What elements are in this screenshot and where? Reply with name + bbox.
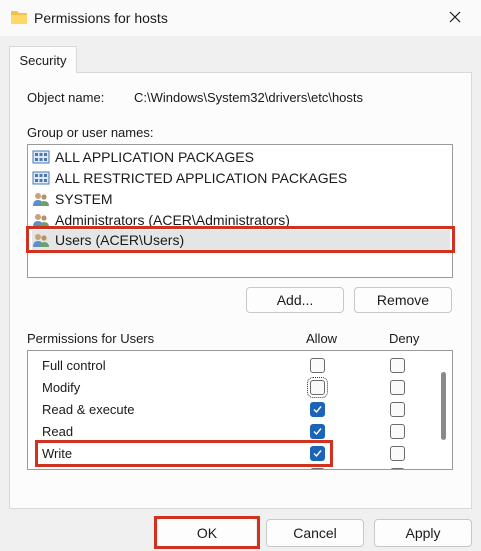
tab-security-label: Security: [19, 52, 67, 68]
checkmark-icon: [313, 406, 322, 414]
apply-button-label: Apply: [405, 525, 441, 541]
permission-name: Modify: [42, 380, 81, 395]
list-item-label: ALL APPLICATION PACKAGES: [55, 149, 254, 165]
allow-checkbox-read[interactable]: [310, 424, 325, 439]
allow-checkbox-partial[interactable]: [310, 468, 325, 469]
deny-checkbox-read[interactable]: [390, 424, 405, 439]
tab-security[interactable]: Security: [9, 46, 77, 73]
checkmark-icon: [313, 428, 322, 436]
list-item[interactable]: ALL RESTRICTED APPLICATION PACKAGES: [32, 168, 450, 188]
permissions-dialog: Permissions for hosts Security Object na…: [0, 0, 481, 551]
permissions-list[interactable]: Full control Modify Read & execute Read …: [27, 350, 453, 470]
remove-button[interactable]: Remove: [354, 287, 452, 313]
permission-name: Read & execute: [42, 402, 135, 417]
object-name-label: Object name:: [27, 90, 105, 105]
permission-row-full-control: Full control: [28, 355, 428, 377]
permission-name: Read: [42, 424, 74, 439]
allow-checkbox-read-execute[interactable]: [310, 402, 325, 417]
checkmark-icon: [313, 450, 322, 458]
group-names-label: Group or user names:: [27, 125, 154, 140]
permission-name: Write: [42, 446, 73, 461]
deny-checkbox-full-control[interactable]: [390, 358, 405, 373]
permission-row-partial: [28, 465, 428, 469]
cancel-button[interactable]: Cancel: [266, 519, 364, 547]
permission-row-write: Write: [28, 443, 428, 465]
list-item-label: ALL RESTRICTED APPLICATION PACKAGES: [55, 170, 348, 186]
deny-header: Deny: [389, 331, 420, 346]
list-item-selected[interactable]: Users (ACER\Users): [32, 230, 450, 250]
deny-checkbox-write[interactable]: [390, 446, 405, 461]
allow-checkbox-write[interactable]: [310, 446, 325, 461]
users-icon: [32, 232, 50, 248]
deny-checkbox-read-execute[interactable]: [390, 402, 405, 417]
folder-icon: [10, 9, 28, 25]
apply-button[interactable]: Apply: [374, 519, 472, 547]
permission-row-read-execute: Read & execute: [28, 399, 428, 421]
add-button-label: Add...: [276, 292, 314, 308]
allow-checkbox-full-control[interactable]: [310, 358, 325, 373]
window-title: Permissions for hosts: [34, 10, 168, 26]
list-item[interactable]: Administrators (ACER\Administrators): [32, 210, 450, 230]
title-bar: Permissions for hosts: [0, 0, 481, 36]
remove-button-label: Remove: [376, 292, 430, 308]
ok-button[interactable]: OK: [158, 519, 256, 547]
scrollbar-thumb[interactable]: [441, 372, 446, 440]
list-item[interactable]: SYSTEM: [32, 189, 450, 209]
object-name-value: C:\Windows\System32\drivers\etc\hosts: [134, 90, 364, 105]
ok-button-label: OK: [196, 525, 218, 541]
users-icon: [32, 212, 50, 228]
group-user-list[interactable]: ALL APPLICATION PACKAGES ALL RESTRICTED …: [27, 144, 453, 278]
users-icon: [32, 191, 50, 207]
permission-row-modify: Modify: [28, 377, 428, 399]
permissions-scrollbar[interactable]: [439, 352, 451, 468]
close-icon: [449, 11, 461, 26]
list-item-label: Administrators (ACER\Administrators): [55, 212, 290, 228]
close-button[interactable]: [435, 3, 475, 33]
list-item-label: Users (ACER\Users): [55, 232, 185, 248]
list-item[interactable]: ALL APPLICATION PACKAGES: [32, 147, 450, 167]
deny-checkbox-modify[interactable]: [390, 380, 405, 395]
deny-checkbox-partial[interactable]: [390, 468, 405, 469]
permission-name: Full control: [42, 358, 106, 373]
package-group-icon: [32, 149, 50, 165]
permissions-label: Permissions for Users: [27, 331, 155, 346]
add-button[interactable]: Add...: [246, 287, 344, 313]
allow-header: Allow: [306, 331, 338, 346]
permission-row-read: Read: [28, 421, 428, 443]
package-group-icon: [32, 170, 50, 186]
allow-checkbox-modify[interactable]: [307, 377, 328, 398]
cancel-button-label: Cancel: [293, 525, 337, 541]
list-item-label: SYSTEM: [55, 191, 113, 207]
